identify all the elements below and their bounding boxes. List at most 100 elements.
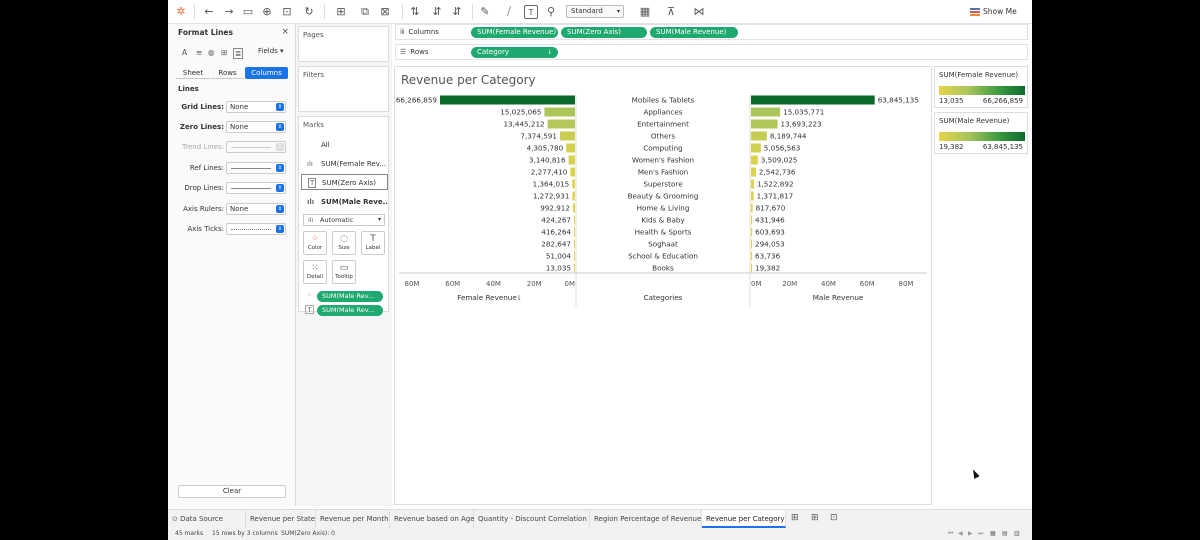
- lines-icon[interactable]: ≣: [233, 48, 244, 59]
- male-bar: [751, 155, 758, 165]
- color-button[interactable]: ⁘ Color: [303, 231, 327, 255]
- mark-type-select[interactable]: ılı Automatic ▾: [303, 214, 385, 226]
- category-label: Entertainment: [637, 120, 689, 129]
- tab-sheet[interactable]: Sheet: [176, 67, 210, 79]
- tab-data-source[interactable]: ⊙ Data Source: [168, 510, 246, 528]
- size-icon: ◌: [340, 234, 348, 244]
- fields-dropdown[interactable]: Fields ▾: [258, 47, 284, 55]
- worksheet-view: Revenue per Category 66,266,859 Mobiles &…: [394, 66, 932, 505]
- tableau-logo-icon[interactable]: ✲: [174, 5, 188, 19]
- close-icon[interactable]: ×: [281, 27, 289, 37]
- duplicate-sheet-icon[interactable]: ⧉: [358, 5, 372, 19]
- rows-shelf[interactable]: ☰ Rows Category ⇂: [395, 44, 1028, 60]
- sort-ascending-icon[interactable]: ⇵: [430, 5, 444, 19]
- share-icon[interactable]: ⋈: [692, 5, 706, 19]
- filmstrip-icon[interactable]: ▤: [1002, 528, 1008, 540]
- format-tabs: Sheet Rows Columns: [176, 67, 288, 79]
- label-pill[interactable]: SUM(Male Rev...: [317, 305, 383, 316]
- borders-icon[interactable]: ⊞: [221, 48, 227, 57]
- filters-card[interactable]: Filters: [298, 66, 389, 112]
- axis-ticks-select[interactable]: ⇕: [226, 223, 286, 235]
- next-page-icon[interactable]: ▶: [968, 528, 973, 540]
- tab-revenue-per-category[interactable]: Revenue per Category: [702, 510, 786, 528]
- spinner-icon: ⇕: [276, 103, 284, 111]
- columns-shelf[interactable]: ⅲ Columns SUM(Female Revenue) SUM(Zero Ax…: [395, 24, 1028, 40]
- grid-lines-select[interactable]: None ⇕: [226, 101, 286, 113]
- size-button[interactable]: ◌ Size: [332, 231, 356, 255]
- marks-zero-axis[interactable]: T SUM(Zero Axis): [301, 174, 388, 190]
- male-data-label: 3,509,025: [761, 156, 798, 165]
- tooltip-icon: ▭: [339, 263, 349, 273]
- card-toggle-icon[interactable]: ▦: [638, 5, 652, 19]
- row-pill-category[interactable]: Category ⇂: [471, 47, 558, 58]
- tab-revenue-per-state[interactable]: Revenue per State: [246, 510, 316, 528]
- pages-card[interactable]: Pages: [298, 26, 389, 62]
- detail-button[interactable]: ⁙ Detail: [303, 260, 327, 284]
- mouse-cursor: [970, 468, 980, 479]
- tab-region-percentage[interactable]: Region Percentage of Revenue: [590, 510, 702, 528]
- male-bar: [751, 179, 754, 189]
- male-bar: [751, 191, 754, 201]
- color-pill[interactable]: SUM(Male Rev...: [317, 291, 383, 302]
- drop-lines-select[interactable]: ⇕: [226, 182, 286, 194]
- ref-lines-select[interactable]: ⇕: [226, 162, 286, 174]
- shading-icon[interactable]: ◍: [208, 48, 215, 57]
- pause-updates-icon[interactable]: ⊡: [280, 5, 294, 19]
- male-data-label: 1,371,817: [757, 192, 794, 201]
- show-labels-icon[interactable]: T: [524, 5, 538, 19]
- redo-icon[interactable]: →: [222, 5, 236, 19]
- tableau-window: ✲ ← → ▭ ⊕ ⊡ ↻ ⊞ ⧉ ⊠ ⇅ ⇵ ⇵ ✎ ⧸ T ⚲ Standa…: [168, 0, 1032, 540]
- column-pill-zero[interactable]: SUM(Zero Axis): [561, 27, 647, 38]
- clear-sheet-icon[interactable]: ⊠: [378, 5, 392, 19]
- category-label: Men's Fashion: [638, 168, 688, 177]
- female-bar: [574, 227, 575, 237]
- category-label: School & Education: [628, 252, 698, 261]
- fix-axes-icon[interactable]: ⚲: [544, 5, 558, 19]
- new-datasource-icon[interactable]: ⊕: [260, 5, 274, 19]
- male-axis-tick: 80M: [899, 280, 914, 288]
- bar-chart-icon: ılı: [307, 198, 315, 206]
- tab-columns[interactable]: Columns: [245, 67, 288, 79]
- swap-rows-columns-icon[interactable]: ⇅: [408, 5, 422, 19]
- marks-female-revenue[interactable]: ılı SUM(Female Rev...: [301, 156, 388, 172]
- refresh-icon[interactable]: ↻: [302, 5, 316, 19]
- group-icon[interactable]: ⧸: [502, 5, 516, 19]
- clear-button[interactable]: Clear: [178, 485, 286, 498]
- last-page-icon[interactable]: ⏭: [978, 528, 983, 540]
- first-page-icon[interactable]: ⏮: [948, 528, 953, 540]
- zero-lines-select[interactable]: None ⇕: [226, 121, 286, 133]
- toolbar: ✲ ← → ▭ ⊕ ⊡ ↻ ⊞ ⧉ ⊠ ⇅ ⇵ ⇵ ✎ ⧸ T ⚲ Standa…: [168, 0, 1032, 24]
- tab-revenue-per-month[interactable]: Revenue per Month: [316, 510, 390, 528]
- column-pill-female[interactable]: SUM(Female Revenue): [471, 27, 558, 38]
- axis-rulers-select[interactable]: None ⇕: [226, 203, 286, 215]
- tooltip-button[interactable]: ▭ Tooltip: [332, 260, 356, 284]
- sort-descending-icon[interactable]: ⇵: [450, 5, 464, 19]
- presentation-icon[interactable]: ⊼: [664, 5, 678, 19]
- alignment-icon[interactable]: ≡: [196, 48, 202, 57]
- legend-male[interactable]: SUM(Male Revenue) 19,382 63,845,135: [934, 112, 1028, 154]
- marks-male-revenue[interactable]: ılı SUM(Male Reve...: [301, 194, 388, 210]
- label-button[interactable]: T Label: [361, 231, 385, 255]
- show-me-button[interactable]: Show Me: [970, 5, 1017, 19]
- prev-page-icon[interactable]: ◀: [958, 528, 963, 540]
- font-icon[interactable]: A: [182, 48, 187, 57]
- marks-all[interactable]: All: [301, 137, 388, 153]
- undo-icon[interactable]: ←: [202, 5, 216, 19]
- legend-female[interactable]: SUM(Female Revenue) 13,035 66,266,859: [934, 66, 1028, 108]
- female-data-label: 3,140,816: [529, 156, 566, 165]
- tile-view-icon[interactable]: ▥: [1014, 528, 1020, 540]
- male-bar: [751, 167, 756, 177]
- axis-rulers-row: Axis Rulers: None ⇕: [168, 203, 296, 217]
- new-dashboard-icon[interactable]: ⊞: [811, 513, 819, 523]
- tab-quantity-discount[interactable]: Quantity - Discount Correlation: [474, 510, 590, 528]
- save-icon[interactable]: ▭: [241, 5, 255, 19]
- tab-rows[interactable]: Rows: [211, 67, 244, 79]
- column-pill-male[interactable]: SUM(Male Revenue): [650, 27, 738, 38]
- fit-select[interactable]: Standard ▾: [566, 5, 624, 18]
- grid-view-icon[interactable]: ▦: [990, 528, 996, 540]
- new-worksheet-icon[interactable]: ⊞: [791, 513, 799, 523]
- tab-revenue-based-on-age[interactable]: Revenue based on Age: [390, 510, 475, 528]
- new-story-icon[interactable]: ⊡: [830, 513, 838, 523]
- highlight-icon[interactable]: ✎: [478, 5, 492, 19]
- new-sheet-icon[interactable]: ⊞: [334, 5, 348, 19]
